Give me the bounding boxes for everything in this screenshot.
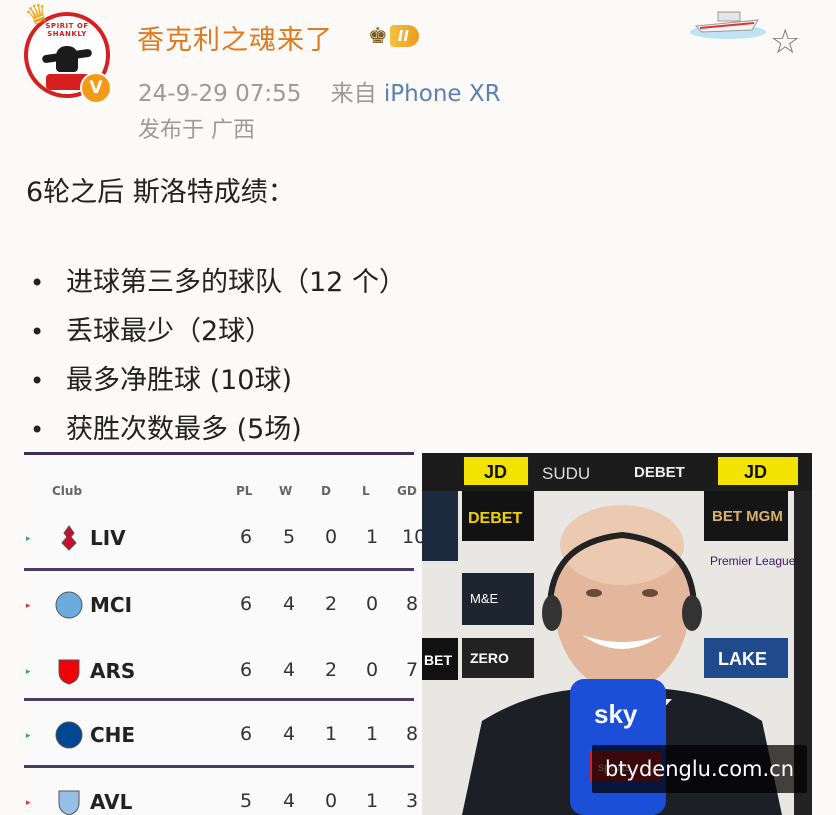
club-crest-icon — [54, 656, 84, 686]
stat-pl: 6 — [239, 526, 253, 548]
table-divider — [24, 568, 414, 571]
table-divider — [24, 698, 414, 701]
club-crest-icon — [54, 590, 84, 620]
stat-gd: 7 — [405, 659, 419, 681]
column-header-club: Club — [52, 484, 83, 498]
post-intro: 6轮之后 斯洛特成绩： — [26, 177, 295, 208]
bullet-dot-icon: • — [30, 269, 45, 297]
list-item-text: 丢球最少（2球） — [66, 316, 273, 347]
club-abbr: AVL — [90, 790, 133, 814]
ship-decoration-icon — [690, 11, 766, 39]
table-row[interactable]: ▸ LIV 6 5 0 1 10 — [24, 506, 422, 570]
favorite-star-icon[interactable]: ☆ — [770, 22, 800, 62]
list-item: • 最多净胜球 (10球) — [30, 356, 406, 405]
level-badge[interactable]: ♚ II — [368, 22, 450, 50]
position-change-arrow-icon: ▸ — [26, 731, 31, 741]
stat-l: 1 — [365, 526, 379, 548]
stat-l: 0 — [365, 659, 379, 681]
stat-d: 2 — [324, 593, 338, 615]
list-item: • 获胜次数最多 (5场) — [30, 405, 406, 454]
position-change-arrow-icon: ▸ — [26, 798, 31, 808]
stat-w: 5 — [282, 526, 296, 548]
table-row[interactable]: ▸ MCI 6 4 2 0 8 — [24, 573, 422, 637]
position-change-arrow-icon: ▸ — [26, 534, 31, 544]
stat-pl: 6 — [239, 659, 253, 681]
board-lake: LAKE — [718, 649, 767, 669]
board-debet-left: DEBET — [468, 510, 522, 527]
stat-w: 4 — [282, 593, 296, 615]
verified-v-icon: V — [80, 72, 112, 104]
bullet-dot-icon: • — [30, 367, 45, 395]
stat-gd: 8 — [405, 593, 419, 615]
level-number: II — [389, 25, 419, 47]
stat-l: 0 — [365, 593, 379, 615]
stat-w: 4 — [282, 790, 296, 812]
board-sudu: SUDU — [542, 464, 590, 483]
column-header-pl: PL — [236, 484, 253, 498]
club-abbr: LIV — [90, 526, 126, 550]
post-meta: 24-9-29 07:55 来自 iPhone XR — [138, 74, 501, 108]
stat-pl: 5 — [239, 790, 253, 812]
club-crest-icon — [54, 787, 84, 815]
stat-d: 0 — [324, 790, 338, 812]
list-item-text: 最多净胜球 (10球) — [66, 365, 293, 396]
stat-w: 4 — [282, 723, 296, 745]
table-row[interactable]: ▸ ARS 6 4 2 0 7 — [24, 639, 422, 703]
board-bet-left: BET — [424, 652, 452, 668]
post-device[interactable]: iPhone XR — [384, 81, 501, 107]
stat-l: 1 — [365, 723, 379, 745]
stat-pl: 6 — [239, 723, 253, 745]
column-header-d: D — [321, 484, 331, 498]
mic-logo: sky — [594, 699, 638, 729]
league-table-image[interactable]: Club PL W D L GD ▸ LIV 6 5 0 1 10 ▸ MCI 6 4 2 0 8 ▸ ARS… — [24, 448, 422, 815]
stat-l: 1 — [365, 790, 379, 812]
board-jd-top: JD — [484, 462, 507, 482]
board-betmgm: BET MGM — [712, 508, 783, 525]
board-premier-league: Premier League — [710, 554, 796, 568]
stats-list: • 进球第三多的球队（12 个） • 丢球最少（2球） • 最多净胜球 (10球) •… — [30, 258, 406, 454]
club-abbr: ARS — [90, 659, 136, 683]
stat-d: 2 — [324, 659, 338, 681]
club-crest-icon — [54, 720, 84, 750]
level-crown-icon: ♚ — [368, 23, 388, 49]
list-item-text: 进球第三多的球队（12 个） — [66, 267, 406, 298]
bullet-dot-icon: • — [30, 318, 45, 346]
stat-gd: 3 — [405, 790, 419, 812]
table-divider — [24, 765, 414, 768]
board-zero: ZERO — [470, 650, 509, 666]
post-location: 发布于 广西 — [138, 118, 255, 143]
column-header-gd: GD — [397, 484, 417, 498]
list-item: • 丢球最少（2球） — [30, 307, 406, 356]
table-row[interactable]: ▸ CHE 6 4 1 1 8 — [24, 703, 422, 767]
username[interactable]: 香克利之魂来了 — [137, 18, 333, 57]
list-item-text: 获胜次数最多 (5场) — [66, 414, 302, 445]
avatar-figure — [56, 46, 78, 72]
watermark: btydenglu.com.cn — [592, 745, 807, 793]
board-debet-top: DEBET — [634, 464, 685, 481]
stat-gd: 10 — [402, 526, 422, 548]
club-crest-icon — [54, 523, 84, 553]
position-change-arrow-icon: ▸ — [26, 667, 31, 677]
post-date: 24-9-29 07:55 — [138, 81, 302, 107]
column-header-l: L — [362, 484, 370, 498]
stat-w: 4 — [282, 659, 296, 681]
board-jd-right: JD — [744, 462, 767, 482]
list-item: • 进球第三多的球队（12 个） — [30, 258, 406, 307]
table-top-rule — [24, 452, 414, 455]
post-source-prefix: 来自 — [330, 81, 377, 107]
stat-d: 1 — [324, 723, 338, 745]
board-me: M&E — [470, 591, 499, 606]
club-abbr: CHE — [90, 723, 136, 747]
club-abbr: MCI — [90, 593, 133, 617]
stat-d: 0 — [324, 526, 338, 548]
stat-gd: 8 — [405, 723, 419, 745]
stat-pl: 6 — [239, 593, 253, 615]
table-row[interactable]: ▸ AVL 5 4 0 1 3 — [24, 770, 422, 815]
position-change-arrow-icon: ▸ — [26, 601, 31, 611]
column-header-w: W — [279, 484, 293, 498]
